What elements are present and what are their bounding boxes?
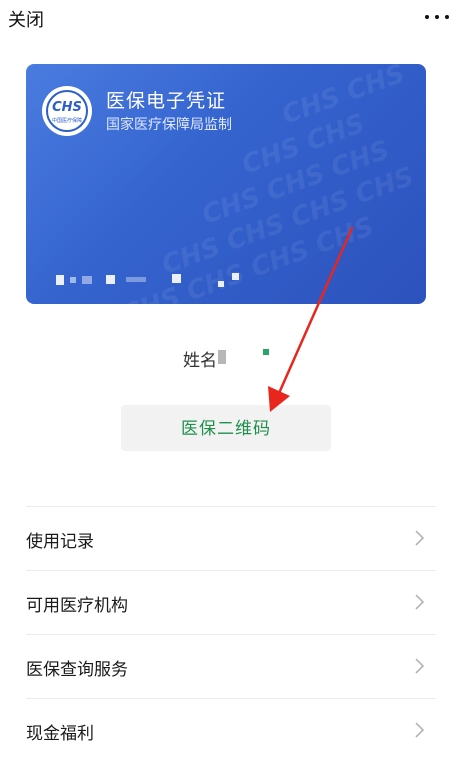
masked-card-number (56, 269, 256, 289)
menu-item-query-services[interactable]: 医保查询服务 (26, 634, 436, 698)
card-subtitle: 国家医疗保障局监制 (106, 117, 232, 133)
chs-logo-icon: CHS 中国医疗保障 (42, 86, 92, 136)
menu-item-label: 可用医疗机构 (26, 596, 128, 616)
top-bar: 关闭 (0, 0, 461, 40)
name-label: 姓名 (183, 351, 217, 371)
card-title: 医保电子凭证 (106, 90, 227, 112)
status-dot (263, 349, 269, 355)
more-dots-icon[interactable] (423, 8, 451, 24)
qr-code-button[interactable]: 医保二维码 (121, 405, 331, 451)
menu-list: 使用记录 可用医疗机构 医保查询服务 现金福利 (26, 506, 436, 762)
close-button[interactable]: 关闭 (8, 6, 44, 32)
menu-item-label: 使用记录 (26, 532, 94, 552)
menu-item-medical-institutions[interactable]: 可用医疗机构 (26, 570, 436, 634)
chevron-right-icon (415, 658, 425, 674)
menu-item-label: 现金福利 (26, 724, 94, 744)
menu-item-cash-benefits[interactable]: 现金福利 (26, 698, 436, 762)
masked-name (218, 350, 226, 364)
menu-item-usage-records[interactable]: 使用记录 (26, 506, 436, 570)
medical-insurance-card[interactable]: CHS CHS CHS CHS CHS CHS CHS CHS CHS CHS … (26, 64, 426, 304)
menu-item-label: 医保查询服务 (26, 660, 128, 680)
chevron-right-icon (415, 530, 425, 546)
chevron-right-icon (415, 722, 425, 738)
chevron-right-icon (415, 594, 425, 610)
